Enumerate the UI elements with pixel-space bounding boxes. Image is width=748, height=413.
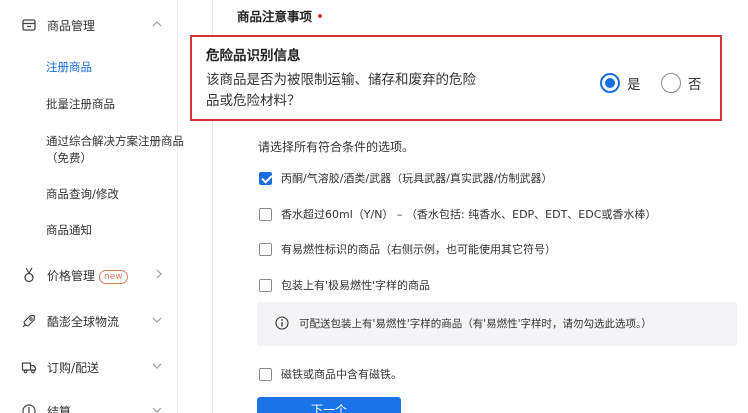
dangerous-goods-title: 危险品识别信息 [206,48,301,64]
next-button[interactable]: 下一个 [257,397,401,413]
dangerous-goods-panel: 危险品识别信息 该商品是否为被限制运输、储存和废弃的危险 品或危险材料？ 是 否 [190,35,722,121]
radio-no[interactable]: 否 [661,73,702,93]
radio-no-label: 否 [688,77,702,93]
nav-group-settlement[interactable]: 结算 [0,399,178,413]
checkbox[interactable] [259,207,272,221]
chevron-down-icon [152,407,162,413]
radio-yes[interactable]: 是 [600,73,641,93]
nav-group-global-logistics[interactable]: 酷澎全球物流 [0,309,178,333]
sidebar: 商品管理 注册商品 批量注册商品 通过综合解决方案注册商品 （免费） 商品查询/… [0,0,184,413]
nav-group-label: 结算 [47,405,72,413]
instruction-text: 请选择所有符合条件的选项。 [258,140,415,154]
checkbox-row-weapons[interactable]: 丙酮/气溶胶/酒类/武器（玩具武器/真实武器/仿制武器） [259,170,553,186]
sidebar-item-product-search[interactable]: 商品查询/修改 [46,186,119,203]
radio-circle[interactable] [661,73,681,93]
checkbox-label: 包装上有'极易燃性'字样的商品 [281,279,431,292]
sidebar-item-bulk-register[interactable]: 批量注册商品 [46,96,115,113]
nav-group-label: 商品管理 [47,19,96,33]
checkbox-label: 丙酮/气溶胶/酒类/武器（玩具武器/真实武器/仿制武器） [281,172,553,185]
chevron-right-icon [156,269,162,279]
dangerous-goods-question: 该商品是否为被限制运输、储存和废弃的危险 品或危险材料？ [206,72,476,109]
checkbox-row-magnet[interactable]: 磁铁或商品中含有磁铁。 [259,366,402,382]
nav-group-price-management[interactable]: 价格管理 new [0,263,178,287]
nav-group-label: 订购/配送 [47,361,100,375]
nav-group-product-management[interactable]: 商品管理 [0,13,178,37]
new-badge: new [99,270,128,284]
checkbox[interactable] [259,242,272,256]
info-icon [275,316,289,330]
nav-group-order-delivery[interactable]: 订购/配送 [0,355,178,379]
required-marker [318,14,323,18]
radio-yes-label: 是 [627,77,641,93]
sidebar-item-register-product[interactable]: 注册商品 [46,59,92,76]
checkbox-row-extremely-flammable[interactable]: 包装上有'极易燃性'字样的商品 [259,277,430,293]
section-title: 商品注意事项 [237,6,323,25]
chevron-down-icon [152,317,162,323]
checkbox-label: 磁铁或商品中含有磁铁。 [281,368,402,381]
checkbox-row-perfume[interactable]: 香水超过60ml（Y/N） – （香水包括: 纯香水、EDP、EDT、EDC或香… [259,206,656,222]
checkbox[interactable] [259,367,272,381]
checkbox-label: 有易燃性标识的商品（右侧示例，也可能使用其它符号） [281,243,556,256]
product-box-icon [22,19,36,31]
info-notice: 可配送包装上有'易燃性'字样的商品（有'易燃性'字样时，请勿勾选此选项。） [257,302,737,346]
price-medal-icon [24,267,34,283]
truck-icon [21,362,37,374]
nav-group-label: 酷澎全球物流 [47,315,120,329]
chevron-down-icon [152,363,162,369]
radio-circle[interactable] [600,73,620,93]
checkbox[interactable] [259,278,272,292]
rocket-icon [22,314,36,328]
info-text: 可配送包装上有'易燃性'字样的商品（有'易燃性'字样时，请勿勾选此选项。） [299,318,652,330]
chevron-up-icon [152,21,162,27]
nav-group-label: 价格管理 new [47,267,128,284]
settlement-icon [22,404,36,413]
sidebar-item-solution-register[interactable]: 通过综合解决方案注册商品 [46,133,184,150]
checkbox-row-flammable-label[interactable]: 有易燃性标识的商品（右侧示例，也可能使用其它符号） [259,241,556,257]
sidebar-item-solution-register-free[interactable]: （免费） [46,150,92,167]
sidebar-item-product-notice[interactable]: 商品通知 [46,222,92,239]
checkbox-label: 香水超过60ml（Y/N） – （香水包括: 纯香水、EDP、EDT、EDC或香… [281,208,657,221]
checkbox[interactable] [259,171,272,185]
